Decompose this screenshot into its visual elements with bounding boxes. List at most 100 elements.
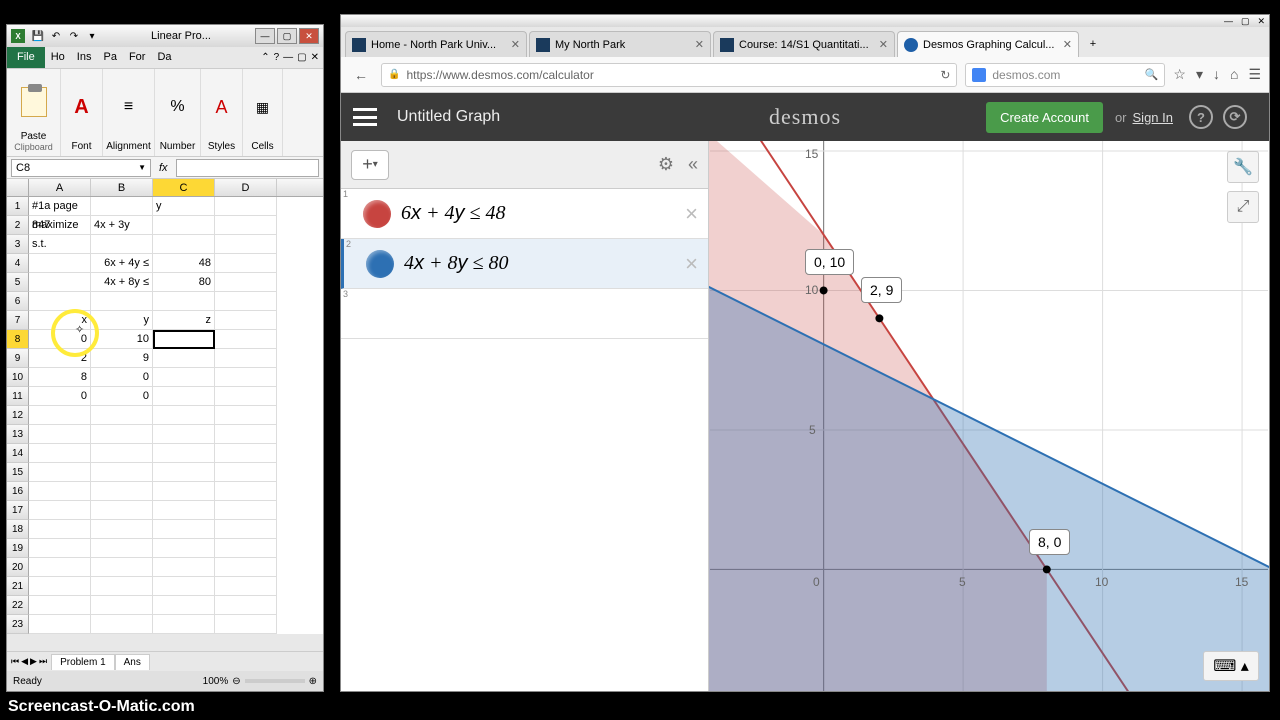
browser-tab-1[interactable]: My North Park✕ — [529, 31, 711, 57]
cell-D1[interactable] — [215, 197, 277, 216]
cell-A15[interactable] — [29, 463, 91, 482]
col-header-a[interactable]: A — [29, 179, 91, 196]
cell-C18[interactable] — [153, 520, 215, 539]
restore-icon[interactable]: ▢ — [297, 52, 306, 63]
cell-B4[interactable]: 6x + 4y ≤ — [91, 254, 153, 273]
cell-D13[interactable] — [215, 425, 277, 444]
row-header-6[interactable]: 6 — [7, 292, 29, 311]
styles-icon[interactable]: A — [215, 73, 227, 141]
cell-D4[interactable] — [215, 254, 277, 273]
formulas-tab[interactable]: For — [123, 47, 152, 68]
row-header-12[interactable]: 12 — [7, 406, 29, 425]
cell-A3[interactable]: s.t. — [29, 235, 91, 254]
cell-D12[interactable] — [215, 406, 277, 425]
cell-D2[interactable] — [215, 216, 277, 235]
zoom-out-icon[interactable]: ⊖ — [232, 676, 240, 687]
share-button[interactable]: ⟳ — [1223, 105, 1247, 129]
cell-D3[interactable] — [215, 235, 277, 254]
cell-B20[interactable] — [91, 558, 153, 577]
cell-C3[interactable] — [153, 235, 215, 254]
cell-A7[interactable]: x — [29, 311, 91, 330]
maximize-button[interactable]: ▢ — [277, 28, 297, 44]
qat-dropdown-icon[interactable]: ▾ — [85, 29, 99, 43]
cell-B21[interactable] — [91, 577, 153, 596]
paste-icon[interactable] — [21, 87, 47, 117]
cell-C11[interactable] — [153, 387, 215, 406]
cell-B7[interactable]: y — [91, 311, 153, 330]
row-header-16[interactable]: 16 — [7, 482, 29, 501]
cell-D20[interactable] — [215, 558, 277, 577]
expression-row-1[interactable]: 16x + 4y ≤ 48× — [341, 189, 708, 239]
reload-icon[interactable]: ↻ — [940, 68, 950, 82]
cell-C17[interactable] — [153, 501, 215, 520]
redo-icon[interactable]: ↷ — [67, 29, 81, 43]
save-icon[interactable]: 💾 — [31, 29, 45, 43]
col-header-b[interactable]: B — [91, 179, 153, 196]
row-header-10[interactable]: 10 — [7, 368, 29, 387]
pocket-icon[interactable]: ▾ — [1196, 66, 1203, 83]
cell-A5[interactable] — [29, 273, 91, 292]
wrench-icon[interactable]: 🔧 — [1227, 151, 1259, 183]
create-account-button[interactable]: Create Account — [986, 102, 1103, 133]
chevron-icon[interactable]: ⌃ — [261, 52, 269, 63]
font-icon[interactable]: A — [74, 73, 88, 141]
cells-icon[interactable]: ▦ — [256, 73, 269, 141]
home-tab[interactable]: Ho — [45, 47, 71, 68]
cell-D19[interactable] — [215, 539, 277, 558]
cell-A19[interactable] — [29, 539, 91, 558]
url-input[interactable]: 🔒 https://www.desmos.com/calculator ↻ — [381, 63, 957, 87]
cell-B8[interactable]: 10 — [91, 330, 153, 349]
cell-D21[interactable] — [215, 577, 277, 596]
cell-C8[interactable] — [153, 330, 215, 349]
cell-D11[interactable] — [215, 387, 277, 406]
browser-tab-3[interactable]: Desmos Graphing Calcul...✕ — [897, 31, 1079, 57]
cell-A1[interactable]: #1a page 847 — [29, 197, 91, 216]
cell-B11[interactable]: 0 — [91, 387, 153, 406]
cell-C19[interactable] — [153, 539, 215, 558]
col-header-d[interactable]: D — [215, 179, 277, 196]
first-sheet-icon[interactable]: ⏮ — [11, 656, 19, 667]
cell-B2[interactable]: 4x + 3y — [91, 216, 153, 235]
bookmark-icon[interactable]: ☆ — [1173, 66, 1186, 83]
col-header-c[interactable]: C — [153, 179, 215, 196]
search-icon[interactable]: 🔍 — [1145, 68, 1159, 81]
cell-B3[interactable] — [91, 235, 153, 254]
cell-C4[interactable]: 48 — [153, 254, 215, 273]
cell-B22[interactable] — [91, 596, 153, 615]
cell-D10[interactable] — [215, 368, 277, 387]
cell-B15[interactable] — [91, 463, 153, 482]
row-header-19[interactable]: 19 — [7, 539, 29, 558]
cell-B23[interactable] — [91, 615, 153, 634]
new-tab-button[interactable]: + — [1081, 31, 1105, 57]
close-button[interactable]: ✕ — [299, 28, 319, 44]
search-box[interactable]: desmos.com 🔍 — [965, 63, 1165, 87]
expr-text[interactable]: 4x + 8y ≤ 80 — [404, 252, 685, 275]
cell-A6[interactable] — [29, 292, 91, 311]
row-header-17[interactable]: 17 — [7, 501, 29, 520]
cell-A16[interactable] — [29, 482, 91, 501]
cell-D18[interactable] — [215, 520, 277, 539]
settings-icon[interactable]: ⚙ — [658, 154, 674, 175]
select-all-corner[interactable] — [7, 179, 29, 196]
cell-D7[interactable] — [215, 311, 277, 330]
row-header-4[interactable]: 4 — [7, 254, 29, 273]
row-header-15[interactable]: 15 — [7, 463, 29, 482]
row-header-20[interactable]: 20 — [7, 558, 29, 577]
cell-D14[interactable] — [215, 444, 277, 463]
row-header-22[interactable]: 22 — [7, 596, 29, 615]
expression-row-2[interactable]: 24x + 8y ≤ 80× — [341, 239, 708, 289]
help-icon[interactable]: ? — [274, 52, 280, 63]
cell-D15[interactable] — [215, 463, 277, 482]
point-label-2-9[interactable]: 2, 9 — [861, 277, 902, 303]
alignment-icon[interactable]: ≡ — [124, 73, 133, 141]
last-sheet-icon[interactable]: ⏭ — [39, 656, 47, 667]
cell-A23[interactable] — [29, 615, 91, 634]
hamburger-icon[interactable] — [353, 108, 377, 126]
file-tab[interactable]: File — [7, 47, 45, 68]
point-label-8-0[interactable]: 8, 0 — [1029, 529, 1070, 555]
cell-C2[interactable] — [153, 216, 215, 235]
row-header-3[interactable]: 3 — [7, 235, 29, 254]
cell-C14[interactable] — [153, 444, 215, 463]
minimize-button[interactable]: — — [255, 28, 275, 44]
cell-B17[interactable] — [91, 501, 153, 520]
